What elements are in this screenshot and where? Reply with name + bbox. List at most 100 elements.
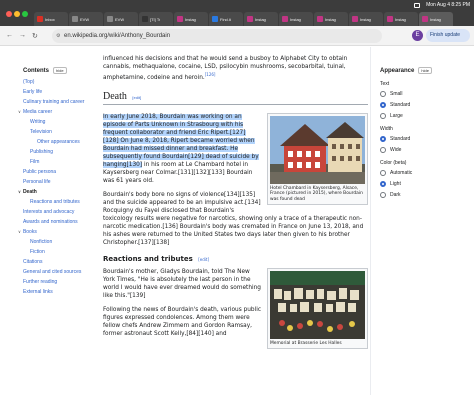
window-titlebar: Inbox EVW EVW [TI] Tr Instag Find A Instag Inst… bbox=[0, 0, 474, 26]
toc-item[interactable]: Reactions and tributes bbox=[23, 199, 89, 205]
forward-arrow-icon[interactable]: → bbox=[19, 32, 26, 39]
toc-item[interactable]: Publishing bbox=[23, 149, 89, 155]
selected-text[interactable]: In early June 2018, Bourdain was working… bbox=[103, 113, 259, 168]
finish-update-button[interactable]: Finish update bbox=[426, 29, 470, 42]
death-heading-text: Death bbox=[103, 90, 127, 102]
width-option[interactable]: Standard bbox=[380, 136, 450, 142]
toc-header: Contents hide bbox=[23, 67, 89, 74]
toc-item-label: (Top) bbox=[23, 79, 35, 85]
tab-favicon-icon bbox=[352, 16, 358, 22]
tab-favicon-icon bbox=[142, 16, 148, 22]
toc-item[interactable]: Other appearances bbox=[23, 139, 89, 145]
browser-tab[interactable]: Inbox bbox=[34, 12, 68, 26]
radio-button[interactable] bbox=[380, 192, 386, 198]
close-window-button[interactable] bbox=[6, 11, 12, 17]
edit-section-link[interactable]: [edit] bbox=[132, 95, 141, 100]
radio-button[interactable] bbox=[380, 136, 386, 142]
toc-hide-button[interactable]: hide bbox=[53, 67, 67, 74]
toc-item-label: Reactions and tributes bbox=[30, 199, 80, 205]
toc-item[interactable]: Public persona bbox=[23, 169, 89, 175]
toc-item[interactable]: Fiction bbox=[23, 249, 89, 255]
system-menu-bar: Mon Aug 4 8:25 PM bbox=[414, 2, 470, 8]
color-option-label: Dark bbox=[390, 192, 401, 198]
memorial-image[interactable] bbox=[270, 270, 365, 339]
profile-avatar[interactable]: E bbox=[412, 30, 423, 41]
radio-button[interactable] bbox=[380, 170, 386, 176]
toc-item-label: Public persona bbox=[23, 169, 57, 175]
browser-tab[interactable]: Instag bbox=[279, 12, 313, 26]
browser-tab[interactable]: EVW bbox=[69, 12, 103, 26]
toc-item[interactable]: Film bbox=[23, 159, 89, 165]
toc-item[interactable]: Culinary training and career bbox=[23, 99, 89, 105]
color-option[interactable]: Automatic bbox=[380, 170, 450, 176]
text-size-option-label: Large bbox=[390, 113, 403, 119]
hotel-chambard-image[interactable] bbox=[270, 115, 365, 184]
memorial-caption: Memorial at Brasserie Les Halles bbox=[270, 340, 342, 346]
toc-item[interactable]: ∨ Media career bbox=[18, 109, 89, 115]
browser-tab[interactable]: Instag bbox=[384, 12, 418, 26]
toc-item[interactable]: ∨ Books bbox=[18, 229, 89, 235]
browser-tab[interactable]: Find A bbox=[209, 12, 243, 26]
toc-item[interactable]: Awards and nominations bbox=[23, 219, 89, 225]
width-label: Width bbox=[380, 126, 393, 132]
zoom-window-button[interactable] bbox=[22, 11, 28, 17]
toc-item[interactable]: Early life bbox=[23, 89, 89, 95]
toc-item-label: Death bbox=[22, 189, 37, 195]
chevron-down-icon[interactable]: ∨ bbox=[18, 189, 21, 194]
url-text: en.wikipedia.org/wiki/Anthony_Bourdain bbox=[64, 33, 171, 39]
chevron-down-icon[interactable]: ∨ bbox=[18, 229, 21, 234]
toc-item-label: External links bbox=[23, 289, 53, 295]
browser-tab[interactable]: Instag bbox=[244, 12, 278, 26]
toc-item[interactable]: ∨ Death bbox=[18, 189, 89, 195]
tab-title: Instag bbox=[325, 16, 336, 22]
toc-item[interactable]: Further reading bbox=[23, 279, 89, 285]
reference-link[interactable]: [126] bbox=[205, 72, 216, 77]
toc-item[interactable]: Citations bbox=[23, 259, 89, 265]
browser-tab[interactable]: Instag bbox=[174, 12, 208, 26]
battery-icon bbox=[414, 2, 421, 8]
radio-button[interactable] bbox=[380, 91, 386, 97]
toc-item[interactable]: (Top) bbox=[23, 79, 89, 85]
browser-tab[interactable]: Instag bbox=[349, 12, 383, 26]
radio-button[interactable] bbox=[380, 113, 386, 119]
appearance-panel: Appearance hide Text Small Standard Large … bbox=[380, 67, 450, 203]
width-option[interactable]: Wide bbox=[380, 147, 450, 153]
toc-item[interactable]: Television bbox=[23, 129, 89, 135]
browser-tab[interactable]: [TI] Tr bbox=[139, 12, 173, 26]
reload-icon[interactable]: ↻ bbox=[32, 32, 38, 40]
tab-title: Find A bbox=[220, 16, 232, 22]
tab-strip: Inbox EVW EVW [TI] Tr Instag Find A Instag Inst… bbox=[34, 12, 453, 26]
tab-title: Instag bbox=[360, 16, 371, 22]
toc-item[interactable]: Interests and advocacy bbox=[23, 209, 89, 215]
site-info-icon[interactable]: ⚙ bbox=[56, 29, 60, 43]
panel-divider bbox=[370, 47, 371, 395]
text-size-options: Small Standard Large bbox=[380, 91, 450, 119]
radio-button[interactable] bbox=[380, 102, 386, 108]
toc-item[interactable]: Nonfiction bbox=[23, 239, 89, 245]
minimize-window-button[interactable] bbox=[14, 11, 20, 17]
edit-section-link[interactable]: [edit] bbox=[198, 257, 209, 262]
radio-button[interactable] bbox=[380, 181, 386, 187]
browser-tab[interactable]: Instag bbox=[419, 12, 453, 26]
text-size-option[interactable]: Standard bbox=[380, 102, 450, 108]
color-option[interactable]: Dark bbox=[380, 192, 450, 198]
tab-title: Instag bbox=[395, 16, 406, 22]
section-heading-reactions: Reactions and tributes [edit] bbox=[103, 255, 368, 263]
toc-item[interactable]: Personal life bbox=[23, 179, 89, 185]
address-bar[interactable]: ⚙ en.wikipedia.org/wiki/Anthony_Bourdain bbox=[52, 29, 382, 43]
browser-tab[interactable]: EVW bbox=[104, 12, 138, 26]
toc-item-label: Interests and advocacy bbox=[23, 209, 75, 215]
text-size-option[interactable]: Small bbox=[380, 91, 450, 97]
chevron-down-icon[interactable]: ∨ bbox=[18, 109, 21, 114]
back-arrow-icon[interactable]: ← bbox=[6, 32, 13, 39]
toc-item[interactable]: General and cited sources bbox=[23, 269, 89, 275]
browser-tab[interactable]: Instag bbox=[314, 12, 348, 26]
radio-button[interactable] bbox=[380, 147, 386, 153]
text-size-option[interactable]: Large bbox=[380, 113, 450, 119]
toc-item[interactable]: External links bbox=[23, 289, 89, 295]
toc-item-label: Citations bbox=[23, 259, 43, 265]
color-option[interactable]: Light bbox=[380, 181, 450, 187]
tab-favicon-icon bbox=[247, 16, 253, 22]
toc-item[interactable]: Writing bbox=[23, 119, 89, 125]
appearance-hide-button[interactable]: hide bbox=[418, 67, 432, 74]
